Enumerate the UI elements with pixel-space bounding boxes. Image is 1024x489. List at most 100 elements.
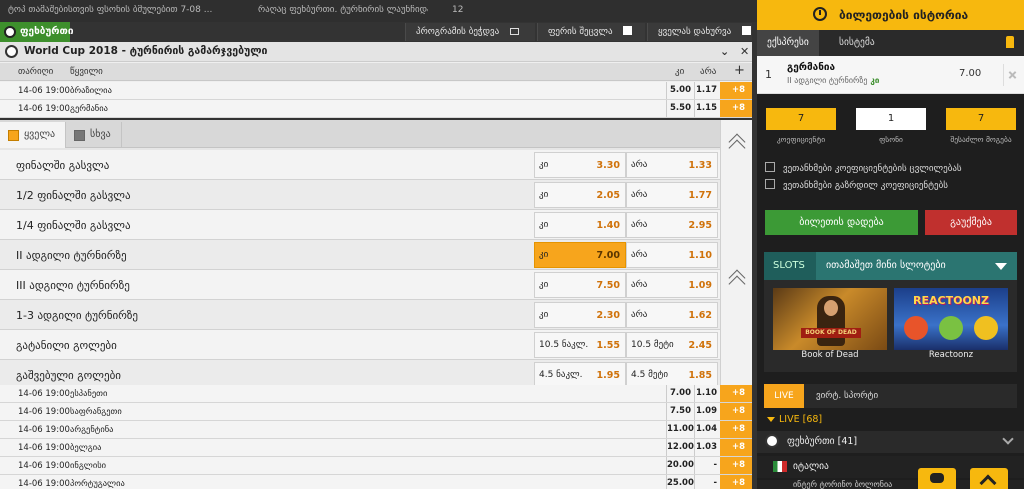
row-date: 14-06 19:00 <box>18 443 70 453</box>
place-bet-button[interactable]: ბილეთის დადება <box>765 210 918 235</box>
market-option-no[interactable]: არა 1.62 <box>626 302 718 328</box>
slip-selection: კი <box>870 76 880 85</box>
printer-icon <box>510 28 520 35</box>
tab-other-marker-icon <box>74 130 85 141</box>
dropdown-caret-icon[interactable] <box>995 263 1007 270</box>
odd-yes[interactable]: 11.00 <box>666 421 694 438</box>
row-name[interactable]: გერმანია <box>70 104 660 114</box>
odd-yes[interactable]: 12.00 <box>666 439 694 456</box>
table-row: 14-06 19:00 ინგლისი 20.00- +8 <box>0 457 757 475</box>
game-reactoonz[interactable]: REACTOONZ Reactoonz <box>894 288 1008 364</box>
pin-icon[interactable] <box>1006 36 1014 48</box>
sport-tab-football[interactable]: ფეხბურთი <box>0 22 74 42</box>
game-name: Reactoonz <box>928 350 974 360</box>
option-odd: 1.55 <box>596 340 620 351</box>
accept-changes-checkbox[interactable]: ვეთანხმები კოეფიციენტების ცვლილებას <box>765 162 962 174</box>
row-name[interactable]: ბრაზილია <box>70 86 660 96</box>
odd-no[interactable]: 1.04 <box>694 421 720 438</box>
checkbox-icon[interactable] <box>765 162 775 172</box>
col-date: თარიღი <box>18 67 54 77</box>
row-name[interactable]: საფრანგეთი <box>70 407 660 417</box>
market-option-no[interactable]: არა 1.10 <box>626 242 718 268</box>
slip-item-market: II ადგილი ტურნირზე კი <box>787 76 879 85</box>
row-name[interactable]: ბელგია <box>70 443 660 453</box>
odd-yes[interactable]: 5.50 <box>666 100 694 117</box>
print-program-button[interactable]: პროგრამის ბეჭდვა <box>405 23 535 41</box>
change-color-button[interactable]: ფერის შეცვლა <box>537 23 645 41</box>
market-option-no[interactable]: არა 2.95 <box>626 212 718 238</box>
market-option-yes[interactable]: კი 2.30 <box>534 302 626 328</box>
odd-no[interactable]: 1.15 <box>694 100 720 117</box>
ticket-history-button[interactable]: ბილეთების ისტორია <box>757 0 1024 30</box>
market-option-yes[interactable]: კი 1.40 <box>534 212 626 238</box>
slip-item-team: გერმანია <box>787 62 836 73</box>
checkbox-icon[interactable] <box>765 179 775 189</box>
table-row: 14-06 19:00 საფრანგეთი 7.50 1.09 +8 <box>0 403 757 421</box>
topbar-count: 12 <box>452 5 464 15</box>
market-option-yes[interactable]: კი 2.05 <box>534 182 626 208</box>
odd-no[interactable]: 1.10 <box>694 385 720 402</box>
market-option-yes[interactable]: 10.5 ნაკლ. 1.55 <box>534 332 626 358</box>
slip-body: 7 1 7 კოეფიციენტი ფსონი შესაძლო მოგება ვ… <box>757 94 1024 248</box>
table-row: 14-06 19:00 ბელგია 12.00 1.03 +8 <box>0 439 757 457</box>
cancel-button[interactable]: გაუქმება <box>925 210 1017 235</box>
row-name[interactable]: ინგლისი <box>70 461 660 471</box>
odd-yes[interactable]: 7.00 <box>666 385 694 402</box>
live-tabs: LIVE ვირტ. სპორტი <box>764 384 1017 408</box>
scroll-to-top-button[interactable] <box>970 468 1008 489</box>
option-label: კი <box>539 160 549 170</box>
panel-scroll[interactable] <box>720 120 752 386</box>
tournament-header[interactable]: World Cup 2018 - ტურნირის გამარჯვებული ⌄… <box>0 42 757 62</box>
live-country-label: იტალია <box>793 461 829 472</box>
row-name[interactable]: ესპანეთი <box>70 389 660 399</box>
odd-yes[interactable]: 20.00 <box>666 457 694 474</box>
odd-yes[interactable]: 5.00 <box>666 82 694 99</box>
market-option-no[interactable]: არა 1.33 <box>626 152 718 178</box>
close-all-button[interactable]: ყველას დახურვა <box>647 23 752 41</box>
odd-no[interactable]: - <box>694 457 720 474</box>
sport-tab-label: ფეხბურთი <box>20 26 74 37</box>
stake-input[interactable]: 1 <box>856 108 926 130</box>
row-name[interactable]: პორტუგალია <box>70 479 660 489</box>
tab-system[interactable]: სისტემა <box>829 30 885 56</box>
possible-win-label: შესაძლო მოგება <box>950 135 1012 144</box>
collapse-chevron-icon[interactable]: ⌄ <box>720 45 729 58</box>
tab-virtual-sport[interactable]: ვირტ. სპორტი <box>804 384 878 408</box>
option-odd: 1.95 <box>596 370 620 381</box>
remove-selection-icon[interactable] <box>1003 64 1015 86</box>
close-icon[interactable]: ✕ <box>740 45 749 58</box>
tab-other[interactable]: სხვა <box>66 122 122 148</box>
odd-no[interactable]: 1.03 <box>694 439 720 456</box>
odd-no[interactable]: 1.09 <box>694 403 720 420</box>
chat-bubble-icon <box>930 473 944 483</box>
live-header[interactable]: LIVE [68] <box>757 412 1024 428</box>
market-option-no[interactable]: არა 1.77 <box>626 182 718 208</box>
reactoonz-logo: REACTOONZ <box>913 294 989 307</box>
odd-no[interactable]: - <box>694 475 720 489</box>
odd-yes[interactable]: 7.50 <box>666 403 694 420</box>
tab-all[interactable]: ყველა <box>0 122 67 148</box>
slots-label: SLOTS <box>773 260 805 271</box>
chat-button[interactable] <box>918 468 956 489</box>
market-panel: ყველა სხვა ფინალში გასვლა კი 3.30 არა 1.33 1/… <box>0 118 752 390</box>
tab-live[interactable]: LIVE <box>764 384 804 408</box>
change-color-label: ფერის შეცვლა <box>548 27 613 37</box>
market-option-no[interactable]: 10.5 მეტი 2.45 <box>626 332 718 358</box>
market-option-yes[interactable]: კი 3.30 <box>534 152 626 178</box>
accept-increase-checkbox[interactable]: ვეთანხმები გაზრდილ კოეფიციენტებს <box>765 179 948 191</box>
print-program-label: პროგრამის ბეჭდვა <box>416 27 500 37</box>
odd-yes[interactable]: 25.00 <box>666 475 694 489</box>
odd-no[interactable]: 1.17 <box>694 82 720 99</box>
market-option-yes[interactable]: კი 7.00 <box>534 242 626 268</box>
slots-header[interactable]: SLOTS ითამაშეთ მინი სლოტები <box>764 252 1017 280</box>
game-book-of-dead[interactable]: BOOK OF DEAD Book of Dead <box>773 288 887 364</box>
col-plus: + <box>734 63 745 78</box>
row-name[interactable]: არგენტინა <box>70 425 660 435</box>
live-sport-football[interactable]: ფეხბურთი [41] <box>757 431 1024 453</box>
chevron-down-icon[interactable] <box>1002 433 1014 445</box>
option-odd: 7.00 <box>596 250 620 261</box>
market-option-no[interactable]: არა 1.09 <box>626 272 718 298</box>
creature-icon <box>904 316 928 340</box>
tab-express[interactable]: ექსპრესი <box>757 30 819 56</box>
market-option-yes[interactable]: კი 7.50 <box>534 272 626 298</box>
